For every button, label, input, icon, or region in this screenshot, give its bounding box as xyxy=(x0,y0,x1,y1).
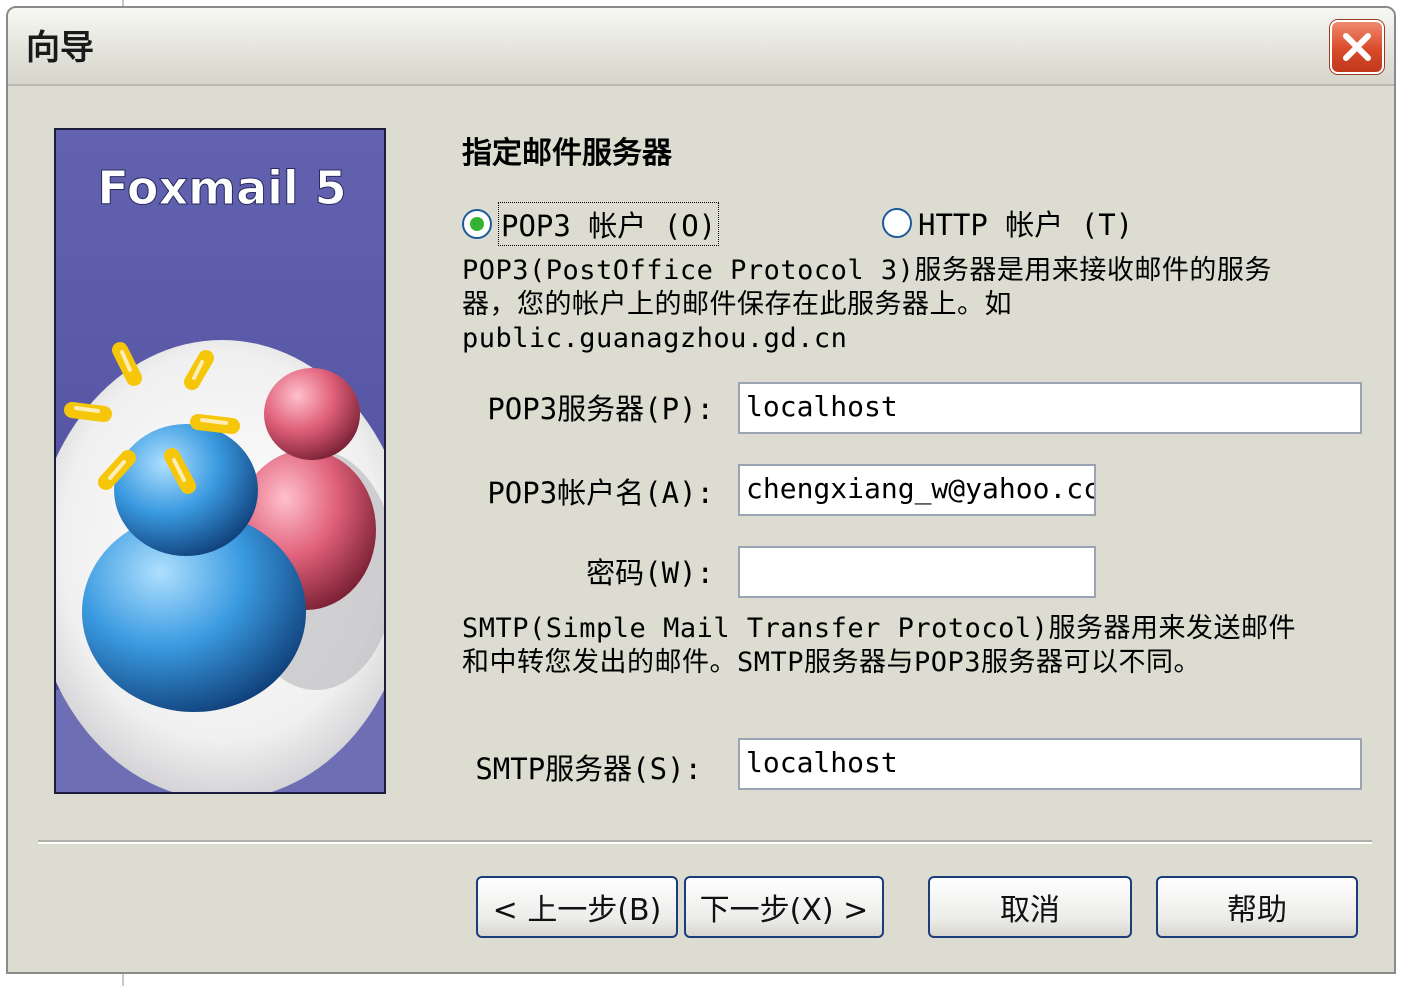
page-heading: 指定邮件服务器 xyxy=(462,136,672,171)
pop3-description: POP3(PostOffice Protocol 3)服务器是用来接收邮件的服务… xyxy=(462,255,1272,354)
wizard-banner: Foxmail 5 xyxy=(54,128,386,794)
window-title: 向导 xyxy=(26,28,94,68)
pop3-server-label: POP3服务器(P): xyxy=(487,392,714,426)
title-bar[interactable]: 向导 xyxy=(8,8,1394,86)
smtp-server-input[interactable]: localhost xyxy=(738,738,1362,790)
pop3-account-label: POP3帐户名(A): xyxy=(487,476,714,510)
close-button[interactable] xyxy=(1330,20,1384,74)
close-icon xyxy=(1343,33,1371,61)
help-button[interactable]: 帮助 xyxy=(1156,876,1358,938)
password-label: 密码(W): xyxy=(586,556,714,590)
banner-illustration: Foxmail 5 xyxy=(56,130,384,792)
next-button[interactable]: 下一步(X) > xyxy=(684,876,884,938)
background-line xyxy=(122,974,124,986)
radio-http-label: HTTP 帐户 (T) xyxy=(918,208,1134,242)
radio-unselected-icon xyxy=(882,208,912,238)
password-input[interactable] xyxy=(738,546,1096,598)
smtp-server-label: SMTP服务器(S): xyxy=(475,752,702,786)
radio-pop3-label: POP3 帐户 (O) xyxy=(498,202,720,246)
cancel-button[interactable]: 取消 xyxy=(928,876,1132,938)
wizard-dialog: 向导 Foxmail 5 指定邮件服务器 POP3 帐户 (O) HTTP 帐户… xyxy=(6,6,1396,974)
smtp-description: SMTP(Simple Mail Transfer Protocol)服务器用来… xyxy=(462,613,1296,678)
back-button[interactable]: < 上一步(B) xyxy=(476,876,678,938)
radio-pop3-account[interactable]: POP3 帐户 (O) xyxy=(462,202,720,246)
pop3-server-input[interactable]: localhost xyxy=(738,382,1362,434)
foxmail-logo: Foxmail 5 xyxy=(97,161,346,215)
radio-http-account[interactable]: HTTP 帐户 (T) xyxy=(882,202,1133,244)
divider xyxy=(38,840,1372,844)
radio-selected-icon xyxy=(462,209,492,239)
pop3-account-input[interactable]: chengxiang_w@yahoo.cc xyxy=(738,464,1096,516)
